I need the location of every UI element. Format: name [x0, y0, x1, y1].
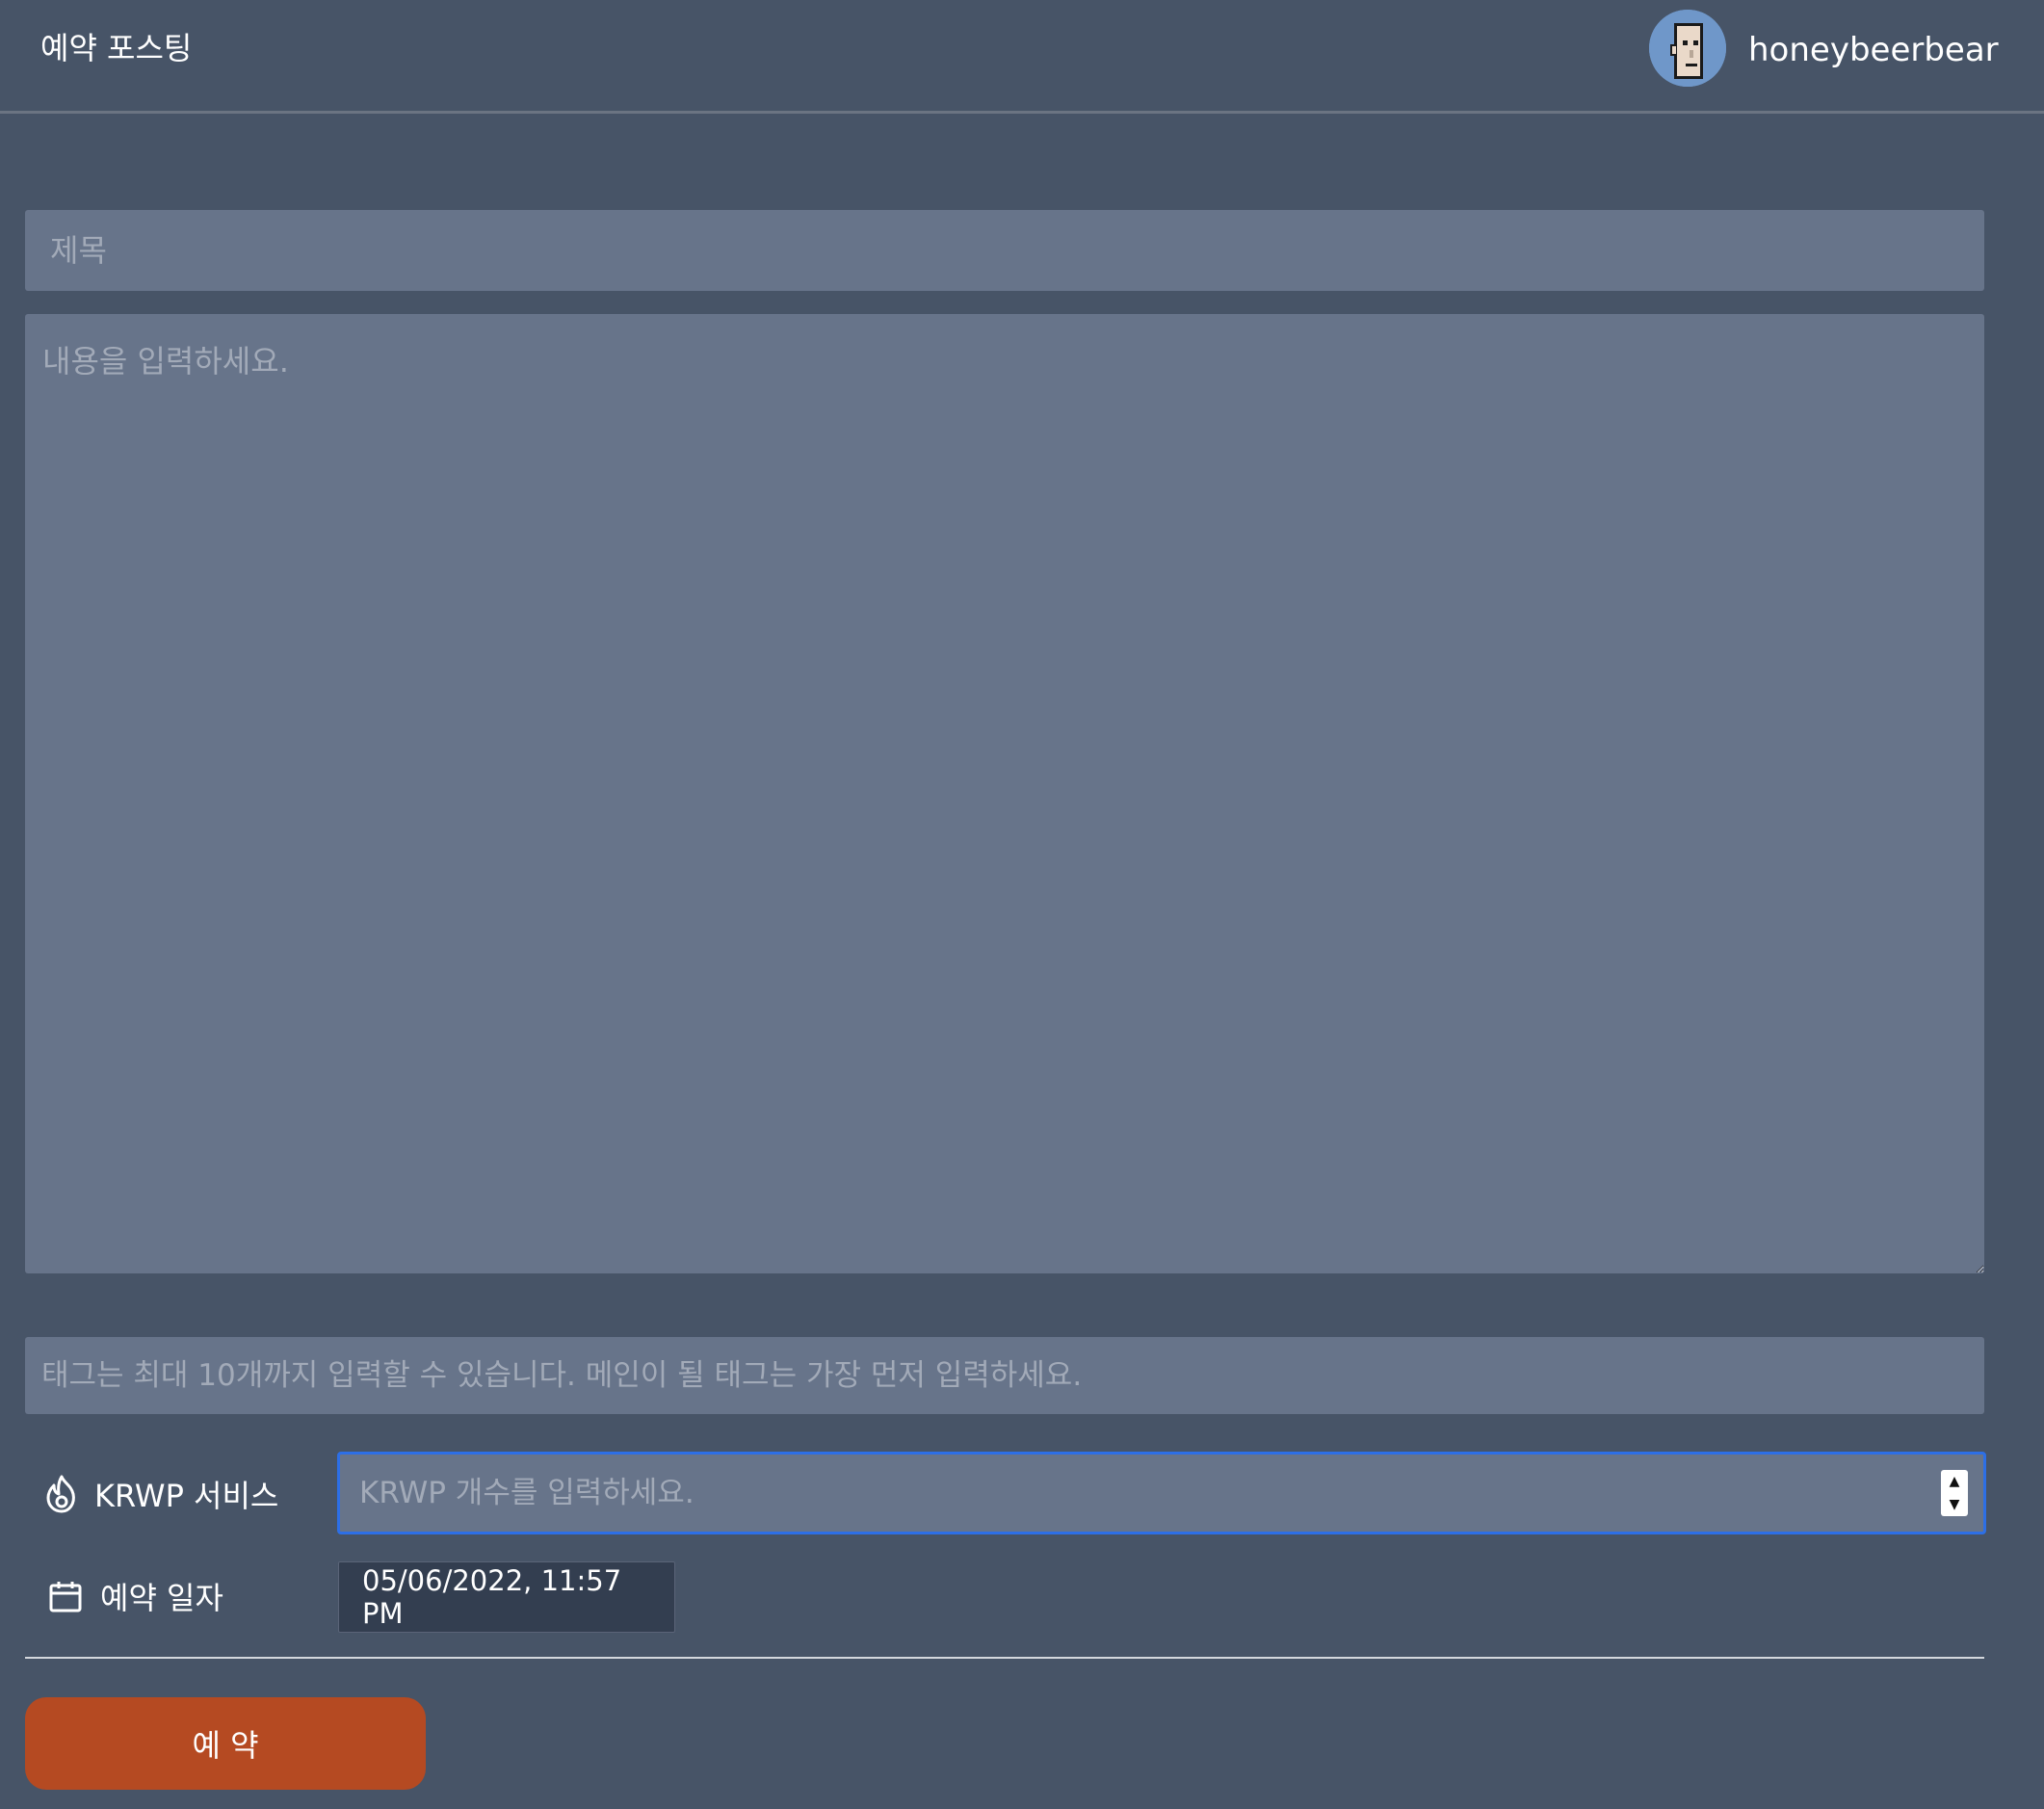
krwp-stepper[interactable]: ▲ ▼ [1941, 1470, 1968, 1516]
top-bar: 예약 포스팅 honeybeerbear [0, 0, 2044, 114]
page-title: 예약 포스팅 [40, 30, 193, 66]
fire-icon [46, 1475, 75, 1513]
form-divider [25, 1657, 1984, 1659]
calendar-icon [49, 1582, 82, 1612]
content-textarea[interactable] [25, 314, 1984, 1273]
krwp-field[interactable]: ▲ ▼ [337, 1452, 1986, 1534]
title-input[interactable] [25, 210, 1984, 291]
krwp-label-text: KRWP 서비스 [94, 1478, 279, 1514]
schedule-datetime-input[interactable]: 05/06/2022, 11:57 PM [338, 1561, 675, 1633]
user-avatar[interactable] [1649, 10, 1726, 87]
stepper-down-icon[interactable]: ▼ [1950, 1498, 1960, 1511]
krwp-amount-input[interactable] [340, 1455, 1900, 1532]
schedule-date-label-text: 예약 일자 [100, 1580, 223, 1616]
username[interactable]: honeybeerbear [1748, 27, 1999, 73]
tags-input[interactable] [25, 1337, 1984, 1414]
krwp-label: KRWP 서비스 [42, 1470, 278, 1518]
schedule-submit-button[interactable]: 예 약 [25, 1697, 426, 1790]
pixel-face-icon [1649, 10, 1726, 87]
stepper-up-icon[interactable]: ▲ [1950, 1475, 1960, 1488]
schedule-date-label: 예약 일자 [48, 1572, 223, 1620]
